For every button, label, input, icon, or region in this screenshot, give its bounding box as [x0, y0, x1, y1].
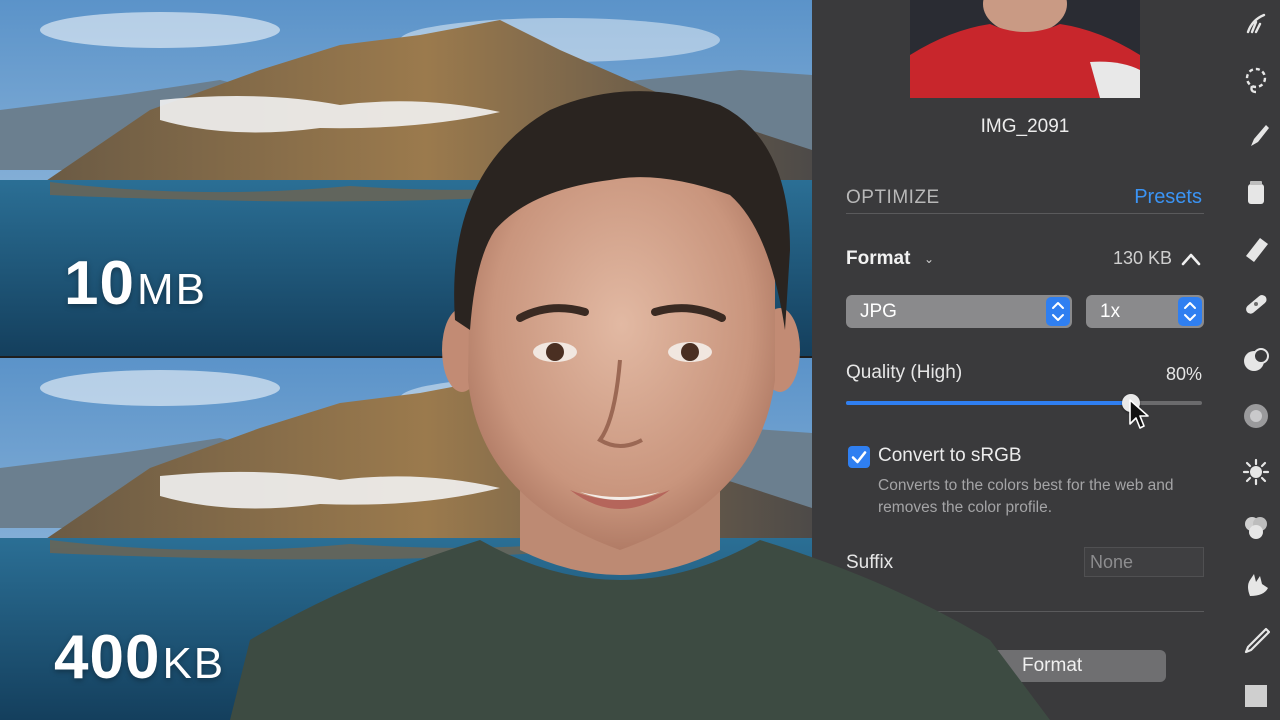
size-number: 400 [54, 623, 161, 692]
lasso-icon[interactable] [1242, 66, 1270, 94]
size-number: 10 [64, 249, 135, 318]
tool-bar [1232, 0, 1280, 720]
bandage-icon[interactable] [1242, 290, 1270, 318]
quality-value: 80% [1165, 364, 1202, 384]
presets-link[interactable]: Presets [1134, 186, 1202, 209]
smudge-icon[interactable] [1242, 570, 1270, 598]
select-stepper-icon [1178, 297, 1202, 326]
scale-select[interactable]: 1x [1086, 295, 1204, 328]
eraser-icon[interactable] [1242, 234, 1270, 262]
square-icon[interactable] [1242, 682, 1270, 710]
sun-icon[interactable] [1242, 458, 1270, 486]
estimated-file-size: 130 KB [1112, 248, 1172, 268]
color-circles-icon[interactable] [1242, 514, 1270, 542]
clone-icon[interactable] [1242, 346, 1270, 374]
paint-bucket-icon[interactable] [1242, 178, 1270, 206]
brush-icon[interactable] [1242, 10, 1270, 38]
size-unit: MB [136, 265, 207, 314]
chevron-up-icon[interactable] [1180, 250, 1202, 268]
mouse-cursor-icon [1129, 399, 1149, 429]
dots-pattern-icon[interactable] [1242, 402, 1270, 430]
size-unit: KB [162, 639, 226, 688]
presenter-person [230, 91, 1050, 720]
compressed-size-label: 400KB [54, 622, 225, 693]
pen-nib-icon[interactable] [1242, 626, 1270, 654]
pen-brush-icon[interactable] [1242, 122, 1270, 150]
suffix-input[interactable]: None [1084, 547, 1204, 577]
original-size-label: 10MB [64, 248, 207, 319]
scale-value: 1x [1100, 301, 1121, 322]
